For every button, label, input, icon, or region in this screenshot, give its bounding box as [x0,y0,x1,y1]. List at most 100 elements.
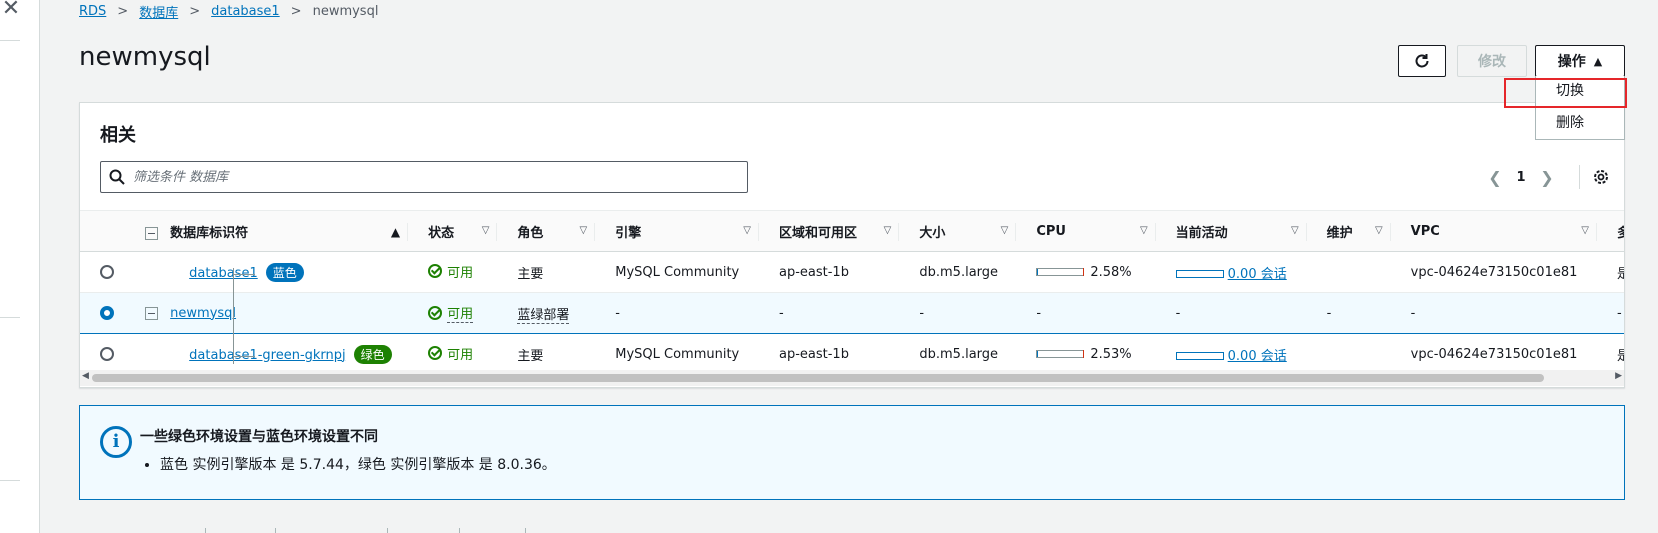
tree-line [233,356,255,357]
panel-title: 相关 [100,125,136,146]
cpu-cell: 2.53% [1016,334,1155,366]
check-circle-icon [428,346,443,361]
blue-badge: 蓝色 [265,262,304,282]
column-header-role[interactable]: 角色 ▽ [497,211,596,252]
column-header-cpu[interactable]: CPU ▽ [1016,211,1156,252]
status-available: 可用 [428,262,473,281]
collapse-icon[interactable] [145,306,159,320]
chevron-left-icon[interactable]: ❮ [1485,168,1505,187]
status-available: 可用 [428,303,474,323]
column-header-maintenance[interactable]: 维护 ▽ [1307,211,1391,252]
check-circle-icon [428,305,443,320]
column-header-multi-az[interactable]: 多可 [1597,211,1624,252]
caret-up-icon: ▲ [1593,54,1603,68]
tree-line [233,274,255,275]
filter-search [100,161,748,193]
divider [0,480,20,481]
databases-table-container: 数据库标识符 ▲ 状态 ▽ 角色 ▽ 引擎 ▽ 区域和可用区 ▽ 大小 ▽ CPU ▽ 当前… [80,210,1624,365]
tree-line [233,268,234,364]
actions-label: 操作 [1557,54,1586,70]
activity-cell[interactable]: 0.00 会话 [1156,334,1307,366]
activity-bar [1175,352,1224,360]
page-title: newmysql [79,42,211,72]
multi-az-cell: - [1616,305,1622,321]
search-input[interactable] [133,166,733,188]
activity-cell: - [1175,305,1181,321]
activity-bar [1175,270,1224,278]
sort-icon: ▽ [883,225,892,236]
row-radio[interactable] [100,265,114,279]
bottom-tab-dividers [79,528,679,533]
role-cell: 主要 [517,266,544,282]
db-identifier-link[interactable]: newmysql [170,306,236,321]
sort-icon: ▽ [1139,225,1148,236]
highlight-annotation-box [1504,78,1627,108]
column-header-status[interactable]: 状态 ▽ [408,211,498,252]
scroll-right-icon[interactable]: ▶ [1615,371,1622,381]
alert-title: 一些绿色环境设置与蓝色环境设置不同 [140,429,378,445]
collapse-all-icon[interactable] [145,226,159,240]
chevron-right-icon: > [290,3,302,19]
divider [0,40,20,41]
gear-icon[interactable] [1591,167,1611,187]
chevron-right-icon: > [189,3,201,19]
page-number[interactable]: 1 [1505,170,1537,185]
actions-button[interactable]: 操作 ▲ [1535,45,1625,77]
select-column-header [80,211,133,252]
menu-item-delete[interactable]: 删除 [1536,108,1626,139]
chevron-right-icon: > [117,3,129,19]
engine-cell: - [615,305,620,321]
size-cell: - [919,305,925,321]
modify-button[interactable]: 修改 [1457,45,1527,77]
column-header-activity[interactable]: 当前活动 ▽ [1156,211,1307,252]
horizontal-scrollbar[interactable]: ◀ ▶ [80,370,1624,386]
divider [1579,165,1580,189]
size-cell: db.m5.large [919,346,999,362]
pagination: ❮ 1 ❯ [1485,165,1608,189]
breadcrumb-database1[interactable]: database1 [211,4,280,19]
close-icon[interactable]: ✕ [0,0,22,20]
sort-icon: ▽ [1000,225,1009,236]
zone-cell: ap-east-1b [779,264,849,280]
databases-table: 数据库标识符 ▲ 状态 ▽ 角色 ▽ 引擎 ▽ 区域和可用区 ▽ 大小 ▽ CPU ▽ 当前… [80,210,1624,365]
breadcrumb-databases[interactable]: 数据库 [139,2,178,21]
db-identifier-link[interactable]: database1-green-gkrnpj [189,348,345,363]
alert-list: 蓝色 实例引擎版本 是 5.7.44，绿色 实例引擎版本 是 8.0.36。 [160,454,556,474]
cpu-bar [1036,268,1085,276]
check-circle-icon [428,264,443,279]
breadcrumb: RDS > 数据库 > database1 > newmysql [79,1,378,21]
green-badge: 绿色 [353,344,392,364]
status-available: 可用 [428,344,473,363]
table-row[interactable]: database1 蓝色 可用 主要 MySQL Community ap-eas… [80,252,1624,293]
row-radio-selected[interactable] [100,306,114,320]
table-row[interactable]: database1-green-gkrnpj 绿色 可用 主要 MySQL Com… [80,334,1624,366]
engine-cell: MySQL Community [615,264,740,280]
zone-cell: - [779,305,784,321]
column-header-zone[interactable]: 区域和可用区 ▽ [759,211,900,252]
column-header-engine[interactable]: 引擎 ▽ [595,211,759,252]
activity-cell[interactable]: 0.00 会话 [1156,252,1307,293]
cpu-bar [1036,350,1085,358]
column-header-size[interactable]: 大小 ▽ [899,211,1017,252]
breadcrumb-rds[interactable]: RDS [79,4,106,19]
column-header-identifier[interactable]: 数据库标识符 ▲ [133,211,409,252]
table-row-selected[interactable]: newmysql 可用 蓝绿部署 - - - - - - - - [80,292,1624,334]
left-navigation-rail: ✕ [0,0,40,533]
maintenance-cell: - [1326,305,1332,321]
sort-icon: ▽ [1374,225,1383,236]
maintenance-cell [1307,334,1391,366]
scrollbar-thumb[interactable] [92,374,1544,382]
column-header-vpc[interactable]: VPC ▽ [1391,211,1597,252]
row-radio[interactable] [100,347,114,361]
db-identifier-link[interactable]: database1 [189,266,258,281]
alert-list-item: 蓝色 实例引擎版本 是 5.7.44，绿色 实例引擎版本 是 8.0.36。 [160,454,556,474]
table-header-row: 数据库标识符 ▲ 状态 ▽ 角色 ▽ 引擎 ▽ 区域和可用区 ▽ 大小 ▽ CPU ▽ 当前… [80,210,1624,252]
chevron-right-icon[interactable]: ❯ [1537,168,1557,187]
scroll-left-icon[interactable]: ◀ [82,371,89,381]
sort-icon: ▽ [1581,225,1589,236]
role-cell: 主要 [517,348,544,364]
maintenance-cell [1307,252,1391,293]
refresh-button[interactable] [1398,45,1446,77]
vpc-cell: vpc-04624e73150c01e81 [1410,346,1578,362]
cpu-cell: 2.58% [1016,252,1155,293]
